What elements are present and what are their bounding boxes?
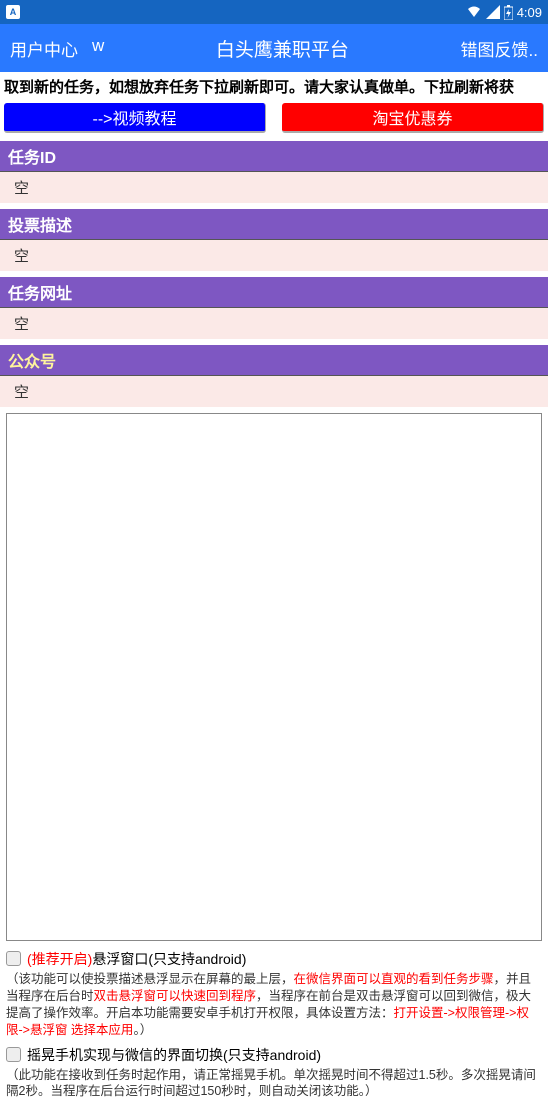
float-window-checkbox[interactable] [6,951,21,966]
status-right: 4:09 [466,5,542,20]
shake-label: 摇晃手机实现与微信的界面切换(只支持android) [27,1045,321,1065]
vote-desc-value: 空 [0,240,548,271]
float-window-desc: （该功能可以使投票描述悬浮显示在屏幕的最上层，在微信界面可以直观的看到任务步骤，… [0,971,548,1043]
app-title: 白头鹰兼职平台 [216,35,349,62]
app-indicator-icon: A [6,5,20,19]
content-box [6,413,542,941]
shake-checkbox[interactable] [6,1047,21,1062]
gzh-header: 公众号 [0,345,548,376]
taobao-coupon-button[interactable]: 淘宝优惠券 [282,103,544,133]
app-bar: 用户中心 w 白头鹰兼职平台 错图反馈.. [0,24,548,72]
task-id-header: 任务ID [0,141,548,172]
task-id-value: 空 [0,172,548,203]
status-bar: A 4:09 [0,0,548,24]
shake-desc: （此功能在接收到任务时起作用，请正常摇晃手机。单次摇晃时间不得超过1.5秒。多次… [0,1067,548,1104]
signal-icon [486,5,500,19]
notice-text: 取到新的任务，如想放弃任务下拉刷新即可。请大家认真做单。下拉刷新将获 [0,72,548,101]
task-url-value: 空 [0,308,548,339]
status-time: 4:09 [517,5,542,20]
user-center-link[interactable]: 用户中心 [10,36,78,61]
recommend-label: (推荐开启) [27,951,92,967]
float-window-option[interactable]: (推荐开启)悬浮窗口(只支持android) [0,947,548,971]
shake-option[interactable]: 摇晃手机实现与微信的界面切换(只支持android) [0,1043,548,1067]
button-row: -->视频教程 淘宝优惠券 [0,101,548,135]
w-link[interactable]: w [92,36,104,61]
feedback-link[interactable]: 错图反馈.. [461,36,538,61]
video-tutorial-button[interactable]: -->视频教程 [4,103,266,133]
status-left: A [6,5,20,19]
battery-icon [504,5,513,20]
wifi-icon [466,5,482,19]
gzh-value: 空 [0,376,548,407]
task-url-header: 任务网址 [0,277,548,308]
float-window-label: 悬浮窗口(只支持android) [92,951,246,967]
vote-desc-header: 投票描述 [0,209,548,240]
